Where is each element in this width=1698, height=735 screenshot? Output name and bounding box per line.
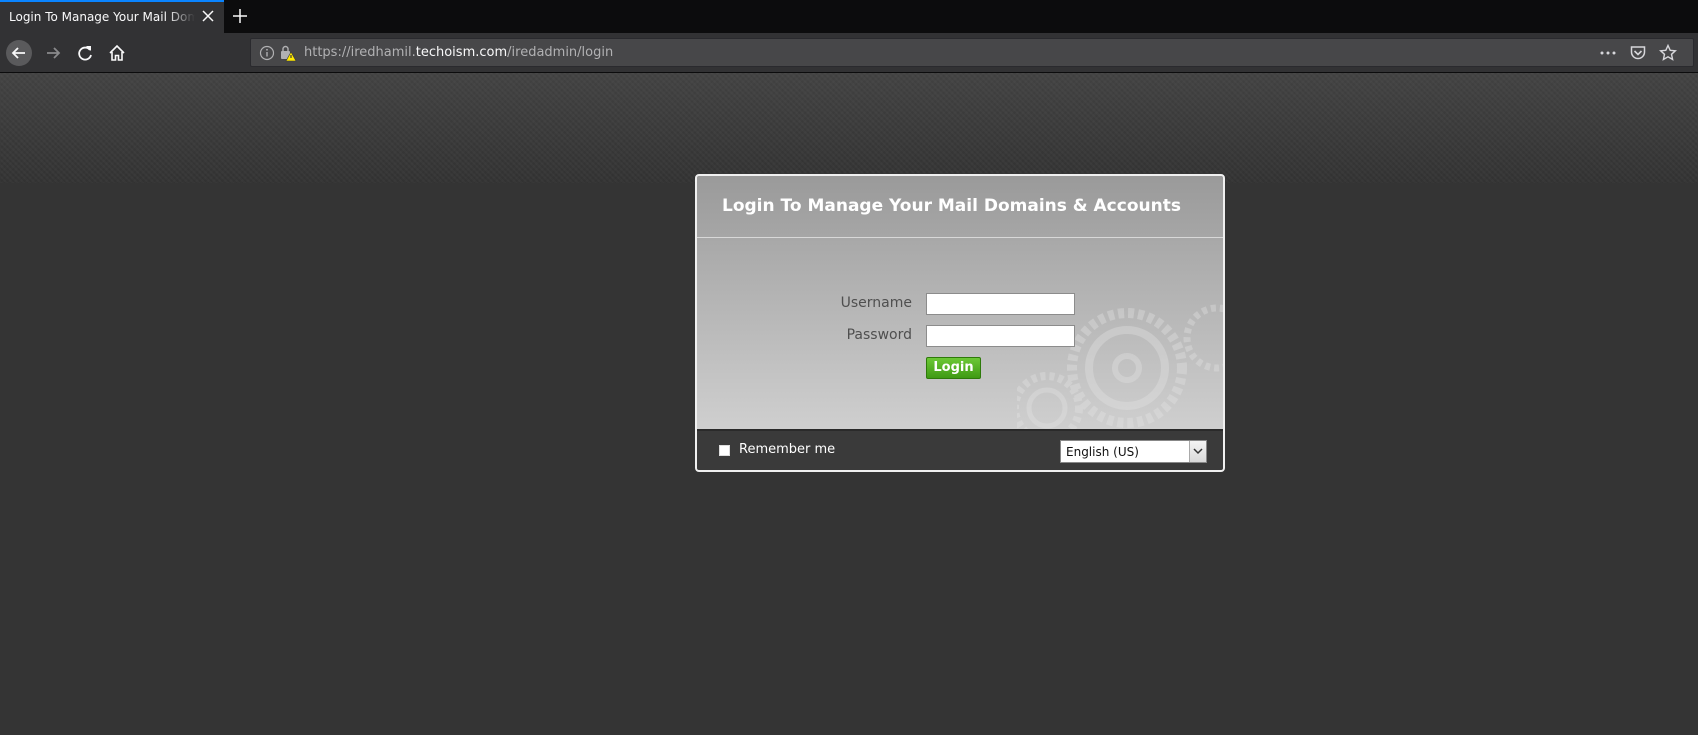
password-label: Password <box>846 327 912 343</box>
remember-me-label[interactable]: Remember me <box>739 442 835 457</box>
url-prefix: https://iredhamil. <box>304 45 416 60</box>
tab-title: Login To Manage Your Mail Domains & Acco… <box>9 10 195 24</box>
username-input[interactable] <box>926 293 1075 315</box>
login-button[interactable]: Login <box>926 357 981 379</box>
star-icon[interactable] <box>1658 43 1678 62</box>
address-bar[interactable]: https://iredhamil.techoism.com/iredadmin… <box>250 38 1694 67</box>
login-panel: Login To Manage Your Mail Domains & Acco… <box>695 174 1225 472</box>
login-form: Username Password Login <box>697 238 1223 429</box>
chevron-down-icon[interactable] <box>1189 441 1206 462</box>
browser-tab[interactable]: Login To Manage Your Mail Domains & Acco… <box>0 0 224 33</box>
pocket-icon[interactable] <box>1629 44 1647 62</box>
close-icon[interactable] <box>200 8 216 24</box>
username-label: Username <box>840 295 912 311</box>
header-texture <box>0 73 1698 183</box>
password-input[interactable] <box>926 325 1075 347</box>
login-title: Login To Manage Your Mail Domains & Acco… <box>722 196 1181 216</box>
lock-warning-icon[interactable] <box>279 44 297 66</box>
home-icon[interactable] <box>104 40 130 66</box>
language-selected-value: English (US) <box>1066 445 1139 459</box>
more-icon[interactable] <box>1599 44 1617 62</box>
arrow-left-icon[interactable] <box>6 40 32 66</box>
login-panel-header: Login To Manage Your Mail Domains & Acco… <box>697 176 1223 238</box>
gears-icon <box>1017 304 1223 429</box>
plus-icon[interactable] <box>232 8 248 24</box>
reload-icon[interactable] <box>72 40 98 66</box>
tab-strip: Login To Manage Your Mail Domains & Acco… <box>0 0 1698 33</box>
login-panel-footer: Remember me English (US) <box>697 429 1223 470</box>
url-domain: techoism.com <box>415 45 508 60</box>
language-select[interactable]: English (US) <box>1060 440 1207 463</box>
page-content: Login To Manage Your Mail Domains & Acco… <box>0 73 1698 735</box>
remember-me-checkbox[interactable] <box>719 445 730 456</box>
arrow-right-icon[interactable] <box>40 40 66 66</box>
navigation-toolbar: https://iredhamil.techoism.com/iredadmin… <box>0 33 1698 73</box>
url-path: /iredadmin/login <box>507 45 614 60</box>
info-icon[interactable] <box>259 45 275 65</box>
url-text: https://iredhamil.techoism.com/iredadmin… <box>304 45 613 60</box>
